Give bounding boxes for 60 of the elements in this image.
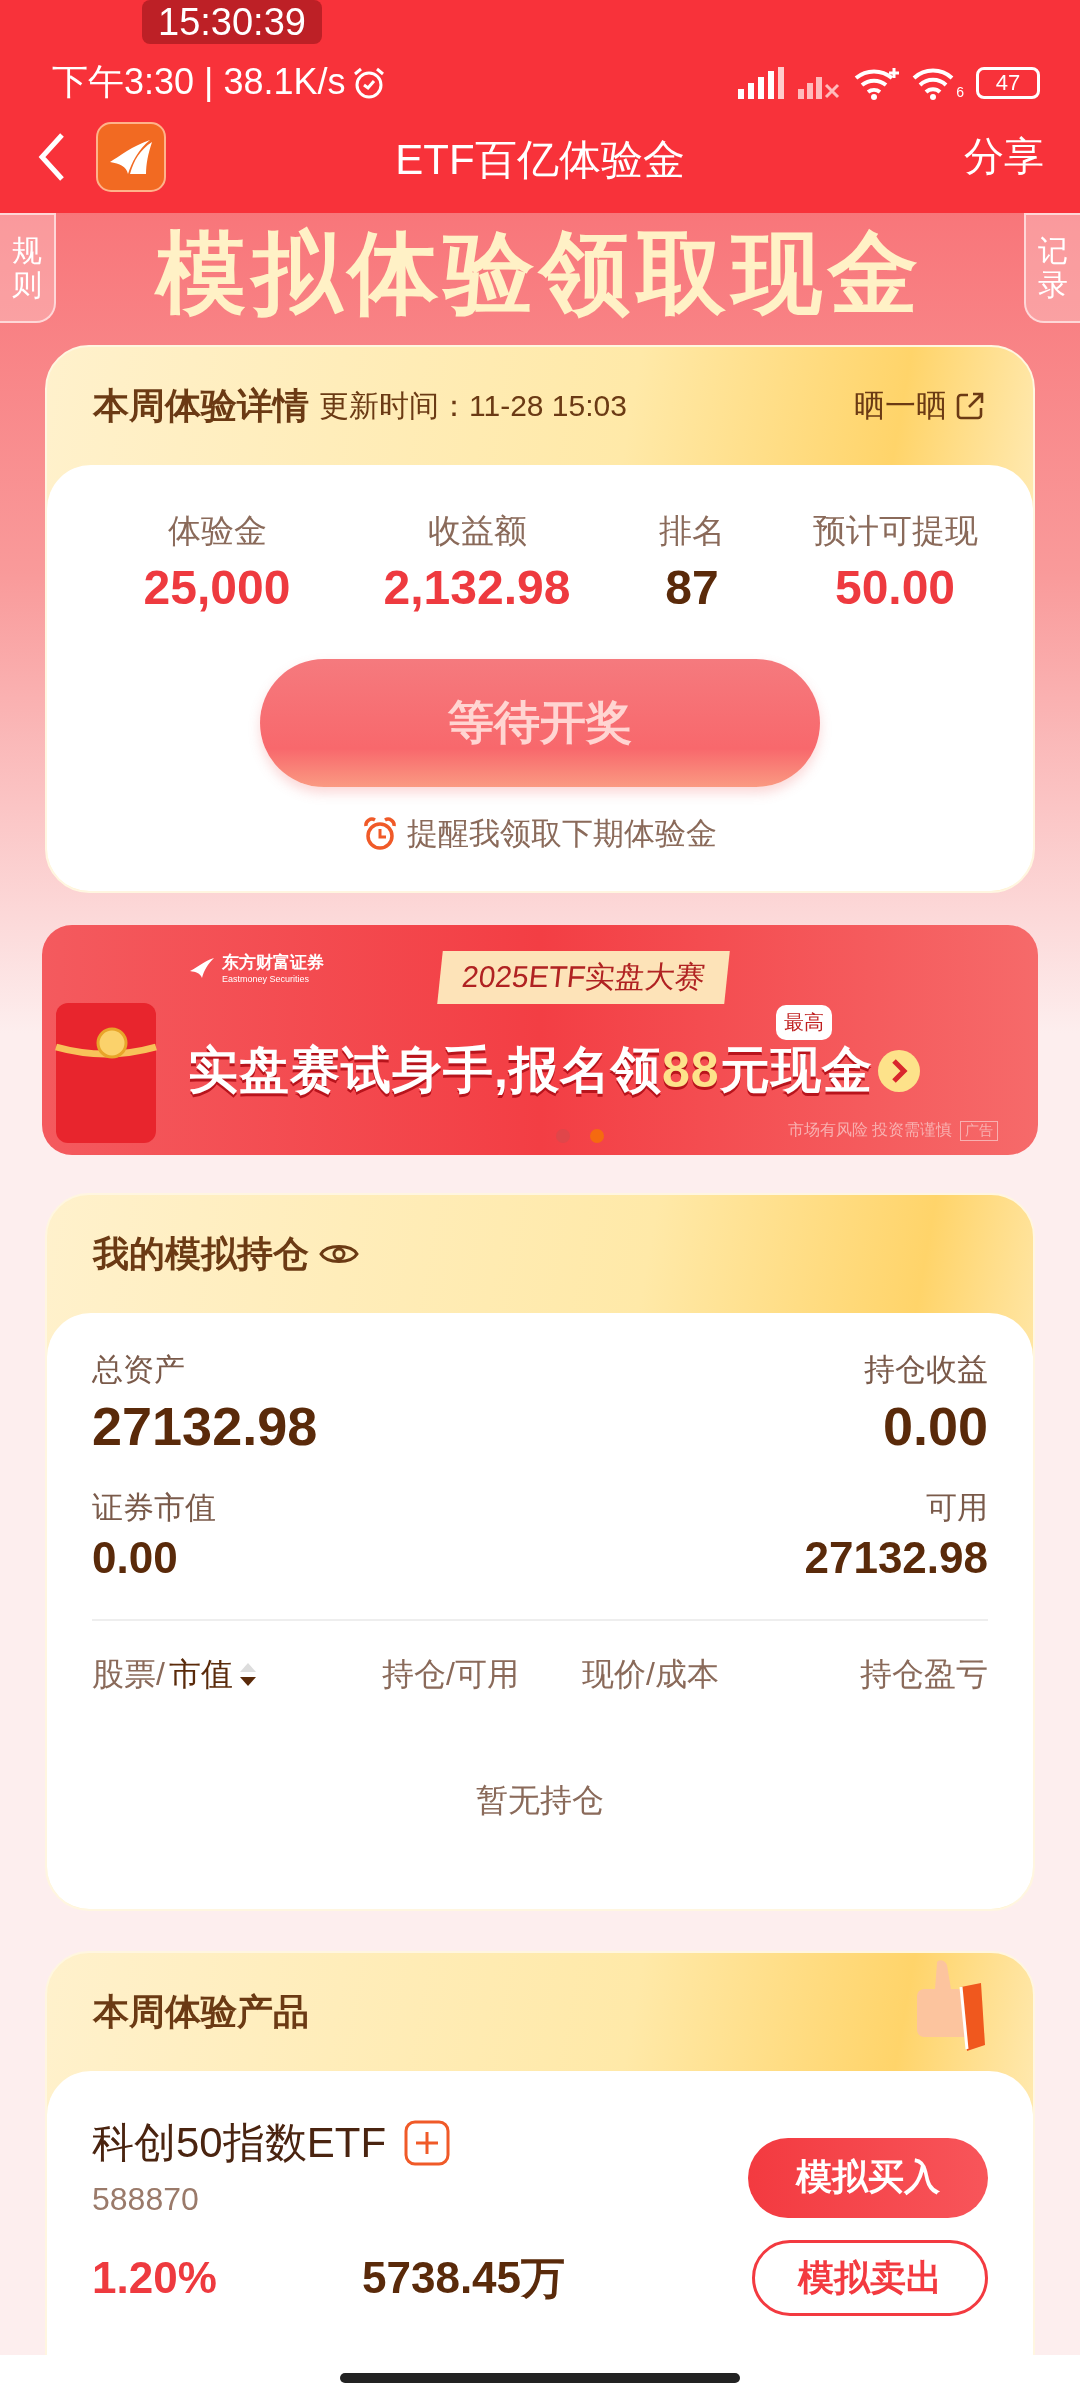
summary-label: 总资产 [92, 1351, 186, 1389]
alarm-clock-icon [363, 817, 397, 851]
rules-tab[interactable]: 规则 [0, 213, 56, 323]
ad-label: 广告 [960, 1120, 998, 1141]
records-tab[interactable]: 记录 [1024, 213, 1080, 323]
ad-banner[interactable]: 东方财富证券 Eastmoney Securities 2025ETF实盘大赛 最高 实盘赛试身手,报名领88元现金 市场有风险 投资需谨慎 广告 [42, 925, 1038, 1155]
summary-value: 27132.98 [92, 1395, 319, 1457]
product-name: 科创50指数ETF [92, 2118, 387, 2168]
share-link[interactable]: 晒一晒 [854, 385, 985, 427]
battery-icon: 47 [976, 67, 1040, 99]
alarm-icon [351, 66, 386, 100]
update-time: 更新时间：11-28 15:03 [319, 387, 627, 424]
brand-name: 东方财富证券 [222, 951, 324, 974]
card-title: 我的模拟持仓 [93, 1231, 309, 1276]
home-indicator[interactable] [340, 2372, 740, 2383]
column-header: 现价/成本 [582, 1655, 720, 1694]
summary-label: 证券市值 [92, 1489, 217, 1527]
column-header[interactable]: 股票/市值 [92, 1653, 382, 1697]
risk-notice: 市场有风险 投资需谨慎 [787, 1120, 952, 1140]
wifi-icon [854, 66, 901, 100]
carousel-dot[interactable] [590, 1129, 604, 1143]
product-code: 588870 [92, 2181, 200, 2218]
stat-value: 87 [665, 560, 719, 615]
clock-overlay: 15:30:39 [142, 0, 322, 44]
page-title: ETF百亿体验金 [395, 135, 685, 185]
card-title: 本周体验详情 [93, 383, 309, 428]
summary-value: 27132.98 [804, 1533, 988, 1583]
column-header: 持仓/可用 [382, 1655, 520, 1694]
stat-label: 体验金 [167, 511, 267, 551]
stat-label: 收益额 [427, 511, 527, 551]
stat-label: 预计可提现 [812, 511, 978, 551]
summary-value: 0.00 [882, 1395, 988, 1457]
sell-button[interactable]: 模拟卖出 [752, 2240, 988, 2316]
summary-label: 可用 [926, 1489, 988, 1527]
share-button[interactable]: 分享 [964, 129, 1044, 184]
stat-value: 2,132.98 [383, 560, 571, 615]
wait-draw-button[interactable]: 等待开奖 [260, 659, 820, 787]
reminder-link[interactable]: 提醒我领取下期体验金 [407, 813, 717, 855]
card-title: 本周体验产品 [93, 1989, 309, 2034]
brand-subtitle: Eastmoney Securities [222, 974, 311, 984]
volume-value: 5738.45万 [362, 2251, 566, 2304]
stat-value: 25,000 [143, 560, 291, 615]
hero-title: 模拟体验领取现金 [156, 222, 924, 325]
ad-headline: 实盘赛试身手,报名领88元现金 [188, 1041, 873, 1100]
stat-label: 排名 [659, 511, 725, 551]
column-header: 持仓盈亏 [860, 1655, 988, 1694]
chevron-right-icon [876, 1048, 921, 1093]
change-percent: 1.20% [92, 2253, 218, 2303]
status-time: 下午3:30 | 38.1K/s [52, 64, 346, 100]
contest-tag: 2025ETF实盘大赛 [437, 951, 731, 1004]
wifi-standard-label: 6 [956, 84, 964, 100]
summary-value: 0.00 [92, 1533, 179, 1583]
empty-message: 暂无持仓 [475, 1781, 605, 1820]
external-link-icon [955, 391, 985, 421]
buy-button[interactable]: 模拟买入 [748, 2137, 988, 2218]
app-logo-icon [96, 121, 166, 192]
stat-value: 50.00 [834, 560, 956, 615]
add-icon[interactable] [404, 2120, 451, 2166]
summary-label: 持仓收益 [864, 1351, 988, 1389]
max-badge: 最高 [776, 1005, 832, 1040]
